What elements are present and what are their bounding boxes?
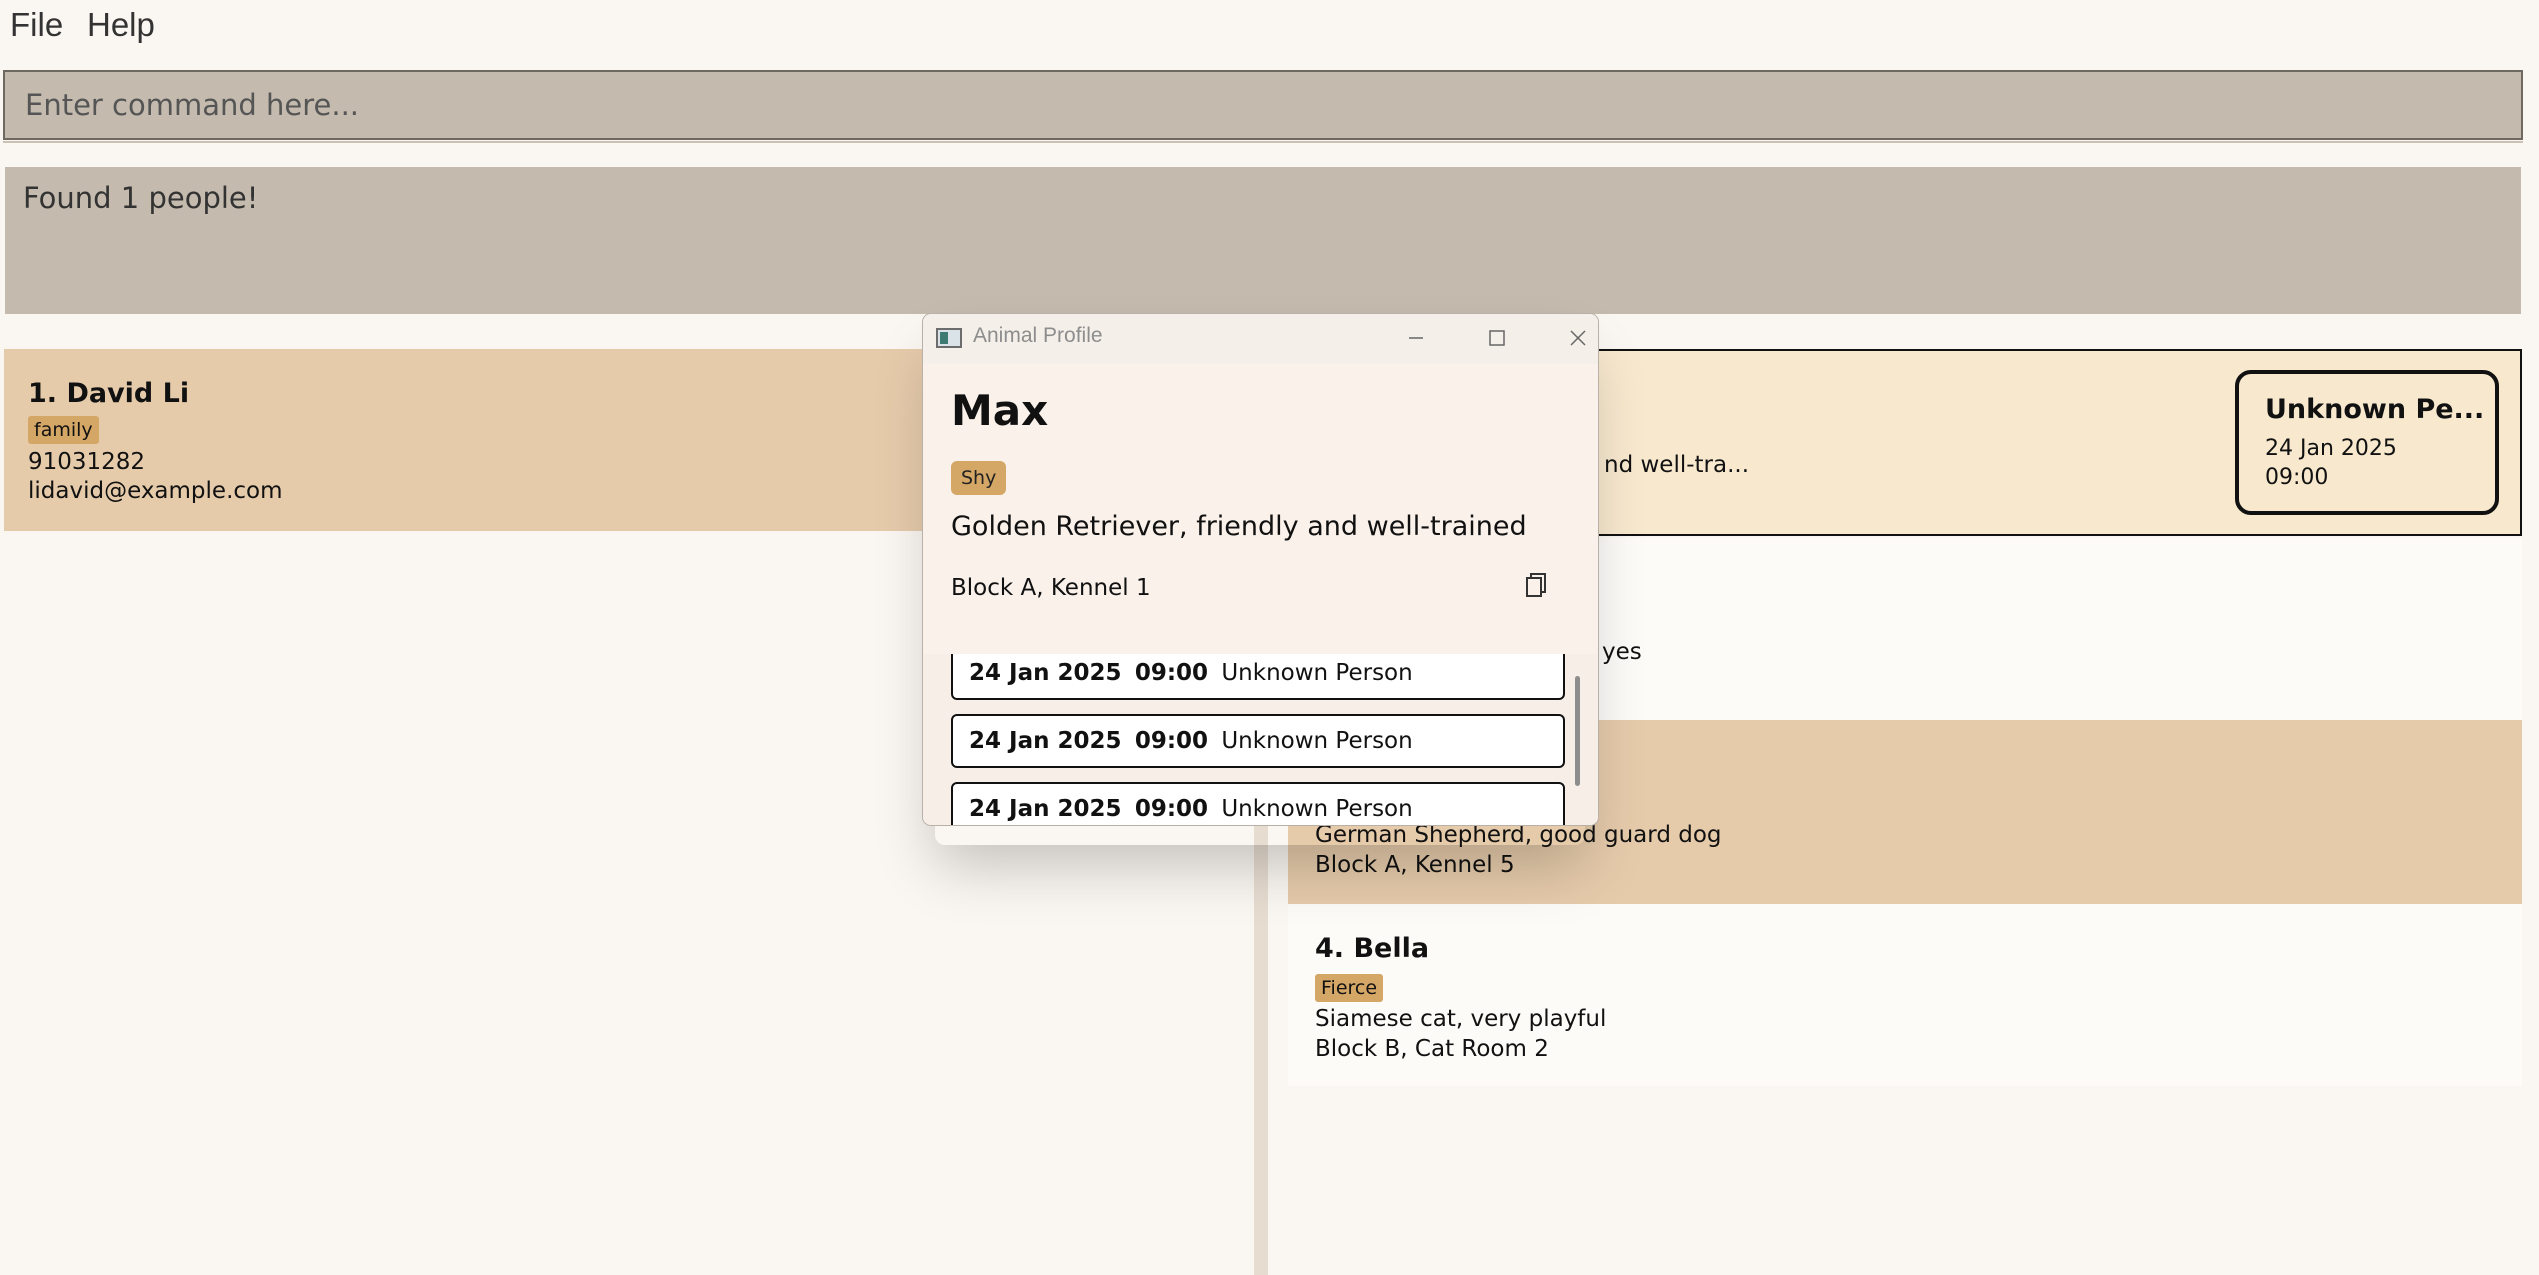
- animal-card[interactable]: 4. Bella Fierce Siamese cat, very playfu…: [1288, 904, 2522, 1086]
- appointment-card[interactable]: Unknown Pe... 24 Jan 2025 09:00: [2235, 370, 2499, 515]
- window-title: Animal Profile: [973, 324, 1103, 347]
- close-icon[interactable]: [1558, 318, 1598, 358]
- appointment-row[interactable]: 24 Jan 2025 09:00 Unknown Person: [951, 714, 1565, 768]
- person-tag: family: [28, 416, 99, 444]
- appointment-time: 09:00: [1134, 796, 1209, 822]
- minimize-icon[interactable]: [1396, 318, 1436, 358]
- person-name: 1. David Li: [28, 378, 190, 409]
- menu-file[interactable]: File: [10, 6, 63, 44]
- appointment-date: 24 Jan 2025: [969, 660, 1122, 686]
- animal-location: Block B, Cat Room 2: [1315, 1036, 1549, 1062]
- appointment-row[interactable]: 24 Jan 2025 09:00 Unknown Person: [951, 654, 1565, 700]
- appointment-list[interactable]: 24 Jan 2025 09:00 Unknown Person 24 Jan …: [951, 654, 1571, 825]
- animal-tag: Fierce: [1315, 974, 1384, 1002]
- scrollbar-thumb[interactable]: [1575, 676, 1580, 786]
- menu-bar: File Help: [0, 0, 2539, 54]
- appointment-person: Unknown Person: [1221, 796, 1413, 822]
- person-phone: 91031282: [28, 449, 146, 475]
- command-input[interactable]: [5, 72, 2521, 138]
- animal-location: Block A, Kennel 1: [951, 575, 1151, 601]
- command-underline: [3, 141, 2523, 143]
- animal-name: Max: [951, 386, 1049, 435]
- appointment-date: 24 Jan 2025: [969, 728, 1122, 754]
- animal-name: 4. Bella: [1315, 933, 1430, 964]
- appointment-person: Unknown Pe...: [2265, 394, 2485, 425]
- menu-help[interactable]: Help: [87, 6, 155, 44]
- animal-description: Siamese cat, very playful: [1315, 1006, 1607, 1032]
- profile-content: Max Shy Golden Retriever, friendly and w…: [923, 364, 1598, 825]
- appointment-person: Unknown Person: [1221, 660, 1413, 686]
- result-text: Found 1 people!: [23, 181, 259, 215]
- appointment-time: 09:00: [2265, 465, 2329, 490]
- animal-tag: Shy: [951, 461, 1007, 495]
- animal-description: yes: [1602, 639, 1642, 665]
- appointment-row[interactable]: 24 Jan 2025 09:00 Unknown Person: [951, 782, 1565, 825]
- result-display: Found 1 people!: [5, 167, 2521, 314]
- command-box: [3, 70, 2523, 140]
- animal-profile-window: Animal Profile Max Shy Golden Retriever,…: [922, 313, 1599, 826]
- appointment-date: 24 Jan 2025: [969, 796, 1122, 822]
- appointment-date: 24 Jan 2025: [2265, 436, 2397, 461]
- window-titlebar[interactable]: Animal Profile: [923, 314, 1598, 364]
- maximize-icon[interactable]: [1477, 318, 1517, 358]
- appointment-time: 09:00: [1134, 728, 1209, 754]
- app-window-icon: [936, 328, 962, 348]
- profile-header: Max Shy Golden Retriever, friendly and w…: [923, 364, 1598, 654]
- person-email: lidavid@example.com: [28, 478, 283, 504]
- copy-icon[interactable]: [1521, 570, 1551, 600]
- animal-description: nd well-tra...: [1604, 452, 1750, 478]
- appointment-time: 09:00: [1134, 660, 1209, 686]
- appointment-person: Unknown Person: [1221, 728, 1413, 754]
- animal-description: Golden Retriever, friendly and well-trai…: [951, 511, 1527, 542]
- animal-location: Block A, Kennel 5: [1315, 852, 1515, 878]
